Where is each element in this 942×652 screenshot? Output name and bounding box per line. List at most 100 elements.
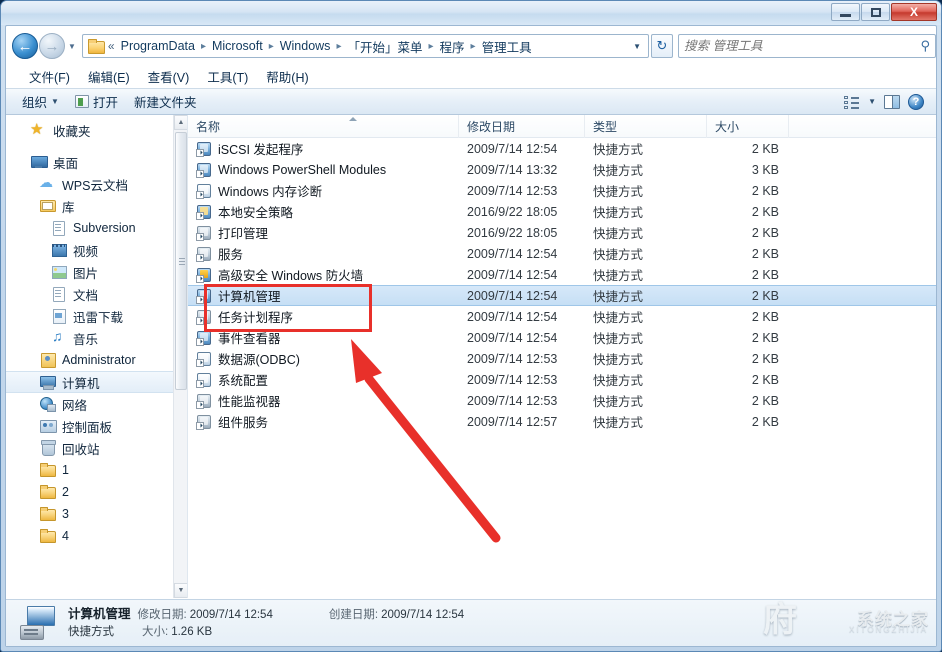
chevron-down-icon[interactable]: ▼ [633, 42, 646, 51]
music-icon [50, 330, 68, 346]
minimize-button[interactable] [831, 3, 860, 21]
sidebar-item[interactable]: 迅雷下载 [6, 305, 173, 327]
sidebar-item[interactable]: 4 [6, 525, 173, 547]
table-row[interactable]: iSCSI 发起程序2009/7/14 12:54快捷方式2 KB [188, 138, 936, 159]
file-type-cell: 快捷方式 [585, 307, 707, 326]
organize-button[interactable]: 组织 ▼ [14, 90, 67, 113]
toolbar-right-group: ▼ ? [844, 94, 928, 110]
table-row[interactable]: 打印管理2016/9/22 18:05快捷方式2 KB [188, 222, 936, 243]
breadcrumb-item-administrative-tools[interactable]: 管理工具 [480, 36, 534, 57]
search-input[interactable] [684, 39, 920, 53]
table-row[interactable]: 计算机管理2009/7/14 12:54快捷方式2 KB [188, 285, 936, 306]
sidebar-item[interactable]: 桌面 [6, 151, 173, 173]
file-size-cell: 2 KB [707, 184, 789, 198]
new-folder-button[interactable]: 新建文件夹 [126, 90, 205, 113]
open-button[interactable]: 打开 [67, 90, 126, 113]
file-type-cell: 快捷方式 [585, 160, 707, 179]
table-row[interactable]: 事件查看器2009/7/14 12:54快捷方式2 KB [188, 327, 936, 348]
sidebar-item[interactable]: 3 [6, 503, 173, 525]
refresh-icon[interactable]: ↻ [651, 34, 673, 58]
sidebar-item[interactable]: 视频 [6, 239, 173, 261]
file-size-cell: 2 KB [707, 415, 789, 429]
menu-tools[interactable]: 工具(T) [198, 65, 257, 88]
breadcrumb-item-programs[interactable]: 程序 [438, 36, 467, 57]
sidebar-item-label: WPS云文档 [62, 175, 128, 194]
file-type-cell: 快捷方式 [585, 286, 707, 305]
scroll-up-icon[interactable]: ▲ [174, 115, 188, 130]
breadcrumb-overflow-icon[interactable]: « [108, 39, 115, 53]
sidebar-item[interactable]: 1 [6, 459, 173, 481]
chevron-down-icon[interactable]: ▼ [868, 97, 876, 106]
column-header-date[interactable]: 修改日期 [459, 115, 585, 138]
sidebar-item[interactable]: 2 [6, 481, 173, 503]
sidebar-item[interactable]: 网络 [6, 393, 173, 415]
sidebar-item[interactable]: 回收站 [6, 437, 173, 459]
menu-bar: 文件(F) 编辑(E) 查看(V) 工具(T) 帮助(H) [6, 65, 936, 87]
column-header-size[interactable]: 大小 [707, 115, 789, 138]
table-row[interactable]: Windows 内存诊断2009/7/14 12:53快捷方式2 KB [188, 180, 936, 201]
file-name-cell: 本地安全策略 [188, 202, 459, 221]
sidebar-item[interactable]: 库 [6, 195, 173, 217]
breadcrumb-item-microsoft[interactable]: Microsoft [210, 38, 265, 54]
menu-view[interactable]: 查看(V) [139, 65, 199, 88]
sidebar-item[interactable]: 图片 [6, 261, 173, 283]
file-type-cell: 快捷方式 [585, 244, 707, 263]
back-button[interactable]: ← [12, 33, 38, 59]
table-row[interactable]: 服务2009/7/14 12:54快捷方式2 KB [188, 243, 936, 264]
menu-file[interactable]: 文件(F) [20, 65, 79, 88]
breadcrumb[interactable]: « ProgramData ▸ Microsoft ▸ Windows ▸ 「开… [82, 34, 649, 58]
table-row[interactable]: 任务计划程序2009/7/14 12:54快捷方式2 KB [188, 306, 936, 327]
file-name-cell: 打印管理 [188, 223, 459, 242]
scrollbar-thumb[interactable] [175, 132, 187, 390]
file-name-cell: Windows 内存诊断 [188, 181, 459, 200]
sidebar-item[interactable]: 计算机 [6, 371, 173, 393]
table-row[interactable]: Windows PowerShell Modules2009/7/14 13:3… [188, 159, 936, 180]
shortcut-icon [196, 225, 212, 241]
sidebar-item[interactable]: Subversion [6, 217, 173, 239]
navigation-list: 收藏夹桌面 WPS云文档库Subversion视频图片文档迅雷下载音乐Admini… [6, 115, 173, 547]
breadcrumb-item-start-menu[interactable]: 「开始」菜单 [345, 36, 424, 57]
table-row[interactable]: 数据源(ODBC)2009/7/14 12:53快捷方式2 KB [188, 348, 936, 369]
column-header-type[interactable]: 类型 [585, 115, 707, 138]
breadcrumb-separator-icon[interactable]: ▸ [197, 41, 210, 52]
network-icon [39, 396, 57, 412]
sidebar-item[interactable]: 收藏夹 [6, 119, 173, 141]
column-header-name[interactable]: 名称 [188, 115, 459, 138]
menu-edit[interactable]: 编辑(E) [79, 65, 139, 88]
file-name-cell: 系统配置 [188, 370, 459, 389]
shortcut-icon [196, 267, 212, 283]
forward-button[interactable]: → [39, 33, 65, 59]
navigation-scrollbar[interactable]: ▲ ▼ [173, 115, 187, 598]
scroll-down-icon[interactable]: ▼ [174, 583, 188, 598]
breadcrumb-separator-icon[interactable]: ▸ [265, 41, 278, 52]
search-box[interactable]: ⚲ [678, 34, 936, 58]
sidebar-item[interactable]: 文档 [6, 283, 173, 305]
sidebar-item[interactable]: 音乐 [6, 327, 173, 349]
breadcrumb-separator-icon[interactable]: ▸ [424, 41, 437, 52]
table-row[interactable]: 高级安全 Windows 防火墙2009/7/14 12:54快捷方式2 KB [188, 264, 936, 285]
table-row[interactable]: 系统配置2009/7/14 12:53快捷方式2 KB [188, 369, 936, 390]
menu-help[interactable]: 帮助(H) [257, 65, 317, 88]
table-row[interactable]: 性能监视器2009/7/14 12:53快捷方式2 KB [188, 390, 936, 411]
maximize-button[interactable] [861, 3, 890, 21]
shortcut-icon [196, 351, 212, 367]
file-name-cell: 组件服务 [188, 412, 459, 431]
change-view-icon[interactable] [844, 95, 860, 109]
breadcrumb-item-windows[interactable]: Windows [278, 38, 333, 54]
recent-pages-caret[interactable]: ▼ [68, 42, 76, 51]
sort-ascending-icon [349, 117, 357, 121]
file-name-label: 组件服务 [218, 412, 268, 431]
breadcrumb-separator-icon[interactable]: ▸ [467, 41, 480, 52]
breadcrumb-item-programdata[interactable]: ProgramData [119, 38, 197, 54]
sidebar-item[interactable]: WPS云文档 [6, 173, 173, 195]
sidebar-item[interactable]: Administrator [6, 349, 173, 371]
table-row[interactable]: 本地安全策略2016/9/22 18:05快捷方式2 KB [188, 201, 936, 222]
file-size-cell: 2 KB [707, 142, 789, 156]
shortcut-icon [196, 141, 212, 157]
help-icon[interactable]: ? [908, 94, 924, 110]
close-button[interactable]: X [891, 3, 937, 21]
breadcrumb-separator-icon[interactable]: ▸ [332, 41, 345, 52]
preview-pane-icon[interactable] [884, 95, 900, 109]
sidebar-item[interactable]: 控制面板 [6, 415, 173, 437]
table-row[interactable]: 组件服务2009/7/14 12:57快捷方式2 KB [188, 411, 936, 432]
